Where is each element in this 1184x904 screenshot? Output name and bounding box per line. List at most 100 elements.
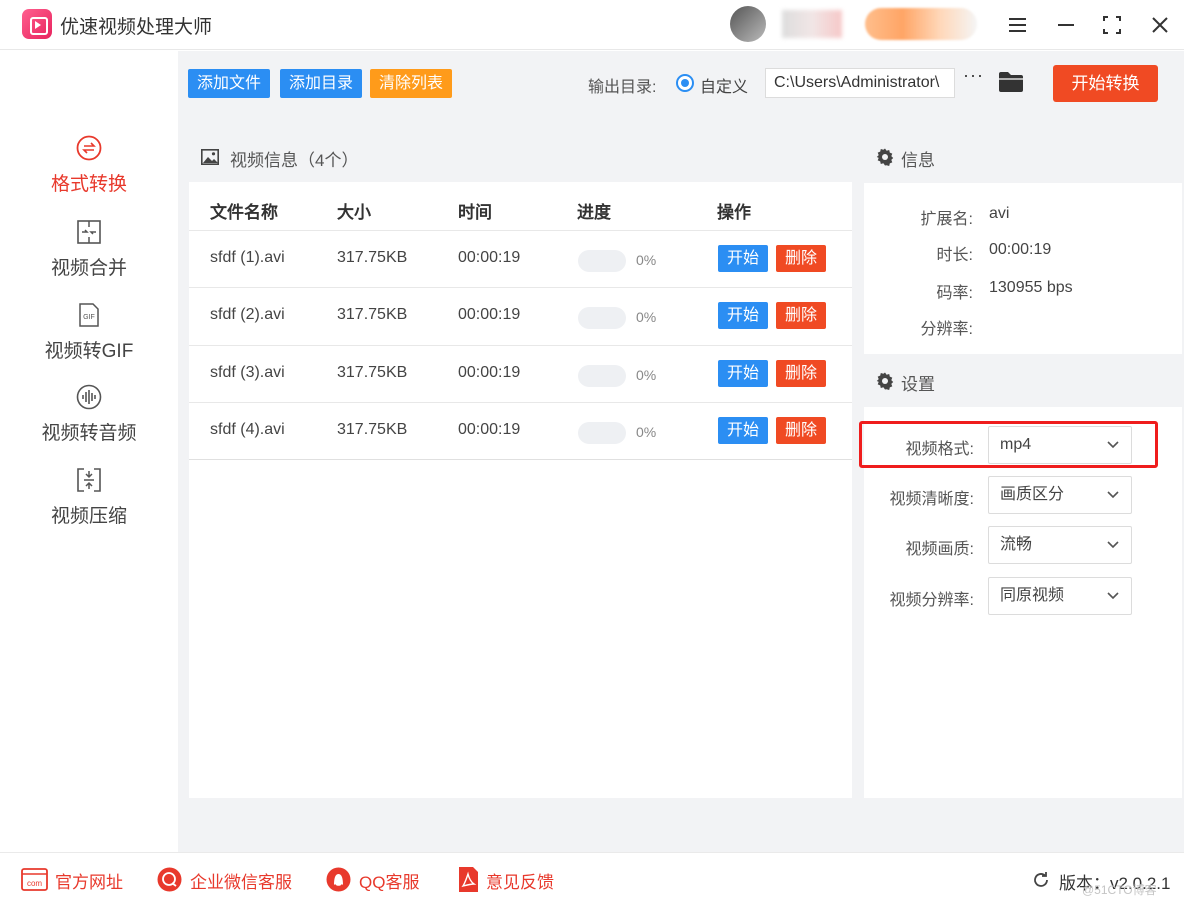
file-size: 317.75KB	[337, 306, 408, 323]
progress-bar	[578, 307, 626, 329]
website-icon[interactable]: com	[21, 866, 48, 893]
file-time: 00:00:19	[458, 306, 521, 323]
delete-button[interactable]: 删除	[776, 360, 827, 387]
feedback-icon[interactable]	[455, 866, 482, 893]
user-avatar[interactable]	[730, 6, 766, 42]
sidebar-item-audio[interactable]: 视频转音频	[0, 384, 178, 445]
website-link[interactable]: 官方网址	[55, 868, 123, 893]
file-name: sfdf (3).avi	[210, 364, 285, 381]
delete-button[interactable]: 删除	[776, 302, 827, 329]
file-name: sfdf (4).avi	[210, 421, 285, 438]
delete-button[interactable]: 删除	[776, 417, 827, 444]
video-clarity-label: 视频清晰度:	[889, 491, 974, 508]
feedback-link[interactable]: 意见反馈	[486, 868, 554, 893]
table-row[interactable]: sfdf (2).avi 317.75KB 00:00:19 0% 开始 删除	[189, 287, 852, 344]
file-size: 317.75KB	[337, 364, 408, 381]
delete-button[interactable]: 删除	[776, 245, 827, 272]
close-icon[interactable]	[1145, 10, 1175, 40]
bitrate-label: 码率:	[936, 285, 973, 302]
column-header-name: 文件名称	[210, 203, 278, 222]
video-list-title: 视频信息（4个）	[230, 151, 359, 170]
video-list-panel: 视频信息（4个） 文件名称 大小 时间 进度 操作 sfdf (1).avi 3…	[189, 130, 852, 798]
start-convert-button[interactable]: 开始转换	[1053, 65, 1158, 102]
video-quality-label: 视频画质:	[905, 541, 974, 558]
progress-percent: 0%	[636, 252, 657, 268]
sidebar-item-label: 视频合并	[50, 258, 127, 279]
info-section-header: 信息	[864, 130, 1182, 183]
divider	[189, 459, 852, 460]
column-header-time: 时间	[458, 203, 492, 222]
output-path-input[interactable]: C:\Users\Administrator\	[765, 68, 955, 98]
file-size: 317.75KB	[337, 249, 408, 266]
table-row[interactable]: sfdf (4).avi 317.75KB 00:00:19 0% 开始 删除	[189, 402, 852, 459]
file-size: 317.75KB	[337, 421, 408, 438]
add-file-button[interactable]: 添加文件	[188, 69, 271, 98]
resolution-label: 分辨率:	[920, 321, 973, 338]
format-highlight-annotation	[859, 421, 1158, 468]
sidebar: 格式转换 视频合并 GIF 视频转GIF 视频转音频 视频压缩	[0, 51, 178, 852]
maximize-icon[interactable]	[1097, 10, 1127, 40]
merge-icon	[77, 220, 101, 244]
gear-icon	[876, 372, 894, 390]
progress-percent: 0%	[636, 424, 657, 440]
add-directory-button[interactable]: 添加目录	[280, 69, 363, 98]
column-header-progress: 进度	[577, 203, 611, 222]
custom-radio[interactable]	[676, 74, 694, 92]
file-time: 00:00:19	[458, 421, 521, 438]
sidebar-item-compress[interactable]: 视频压缩	[0, 467, 178, 528]
duration-value: 00:00:19	[989, 241, 1052, 258]
sidebar-item-gif[interactable]: GIF 视频转GIF	[0, 302, 178, 363]
wechat-service-link[interactable]: 企业微信客服	[190, 868, 292, 893]
blurred-username	[782, 10, 842, 38]
qq-service-link[interactable]: QQ客服	[359, 868, 419, 893]
settings-section-header: 设置	[864, 354, 1182, 407]
svg-text:GIF: GIF	[83, 314, 95, 321]
gear-icon	[876, 148, 894, 166]
info-title: 信息	[901, 151, 935, 170]
extension-label: 扩展名:	[920, 211, 973, 228]
extension-value: avi	[989, 205, 1010, 222]
sidebar-item-label: 视频转GIF	[44, 341, 134, 362]
folder-icon[interactable]	[998, 70, 1024, 94]
image-icon	[201, 149, 219, 165]
start-button[interactable]: 开始	[718, 302, 769, 329]
progress-bar	[578, 365, 626, 387]
settings-title: 设置	[901, 375, 935, 394]
refresh-icon[interactable]	[1031, 870, 1051, 890]
svg-text:com: com	[27, 879, 42, 888]
video-quality-select[interactable]: 流畅	[988, 526, 1132, 564]
start-button[interactable]: 开始	[718, 360, 769, 387]
video-quality-value: 流畅	[1000, 536, 1033, 553]
start-button[interactable]: 开始	[718, 245, 769, 272]
video-clarity-select[interactable]: 画质区分	[988, 476, 1132, 514]
gif-icon: GIF	[79, 303, 99, 327]
video-resolution-select[interactable]: 同原视频	[988, 577, 1132, 615]
audio-icon	[76, 384, 102, 410]
video-resolution-label: 视频分辨率:	[889, 592, 974, 609]
qq-icon[interactable]	[325, 866, 352, 893]
output-dir-label: 输出目录:	[588, 79, 657, 96]
clear-list-button[interactable]: 清除列表	[370, 69, 453, 98]
blurred-account-badge[interactable]	[865, 8, 977, 40]
minimize-icon[interactable]	[1051, 10, 1081, 40]
watermark: @51CTO博客	[1082, 883, 1157, 897]
compress-icon	[77, 468, 101, 492]
progress-bar	[578, 250, 626, 272]
wechat-service-icon[interactable]	[156, 866, 183, 893]
sidebar-item-label: 视频转音频	[41, 423, 137, 444]
progress-percent: 0%	[636, 367, 657, 383]
start-button[interactable]: 开始	[718, 417, 769, 444]
table-row[interactable]: sfdf (1).avi 317.75KB 00:00:19 0% 开始 删除	[189, 230, 852, 287]
sidebar-item-merge[interactable]: 视频合并	[0, 219, 178, 280]
video-resolution-value: 同原视频	[1000, 587, 1065, 604]
sidebar-item-label: 格式转换	[50, 174, 127, 195]
menu-icon[interactable]	[1002, 10, 1032, 40]
sidebar-item-format-convert[interactable]: 格式转换	[0, 135, 178, 196]
file-time: 00:00:19	[458, 364, 521, 381]
file-name: sfdf (1).avi	[210, 249, 285, 266]
video-list-header: 视频信息（4个）	[189, 130, 852, 182]
progress-bar	[578, 422, 626, 444]
chevron-down-icon	[1107, 541, 1119, 549]
more-icon[interactable]: ···	[963, 65, 984, 86]
table-row[interactable]: sfdf (3).avi 317.75KB 00:00:19 0% 开始 删除	[189, 345, 852, 402]
